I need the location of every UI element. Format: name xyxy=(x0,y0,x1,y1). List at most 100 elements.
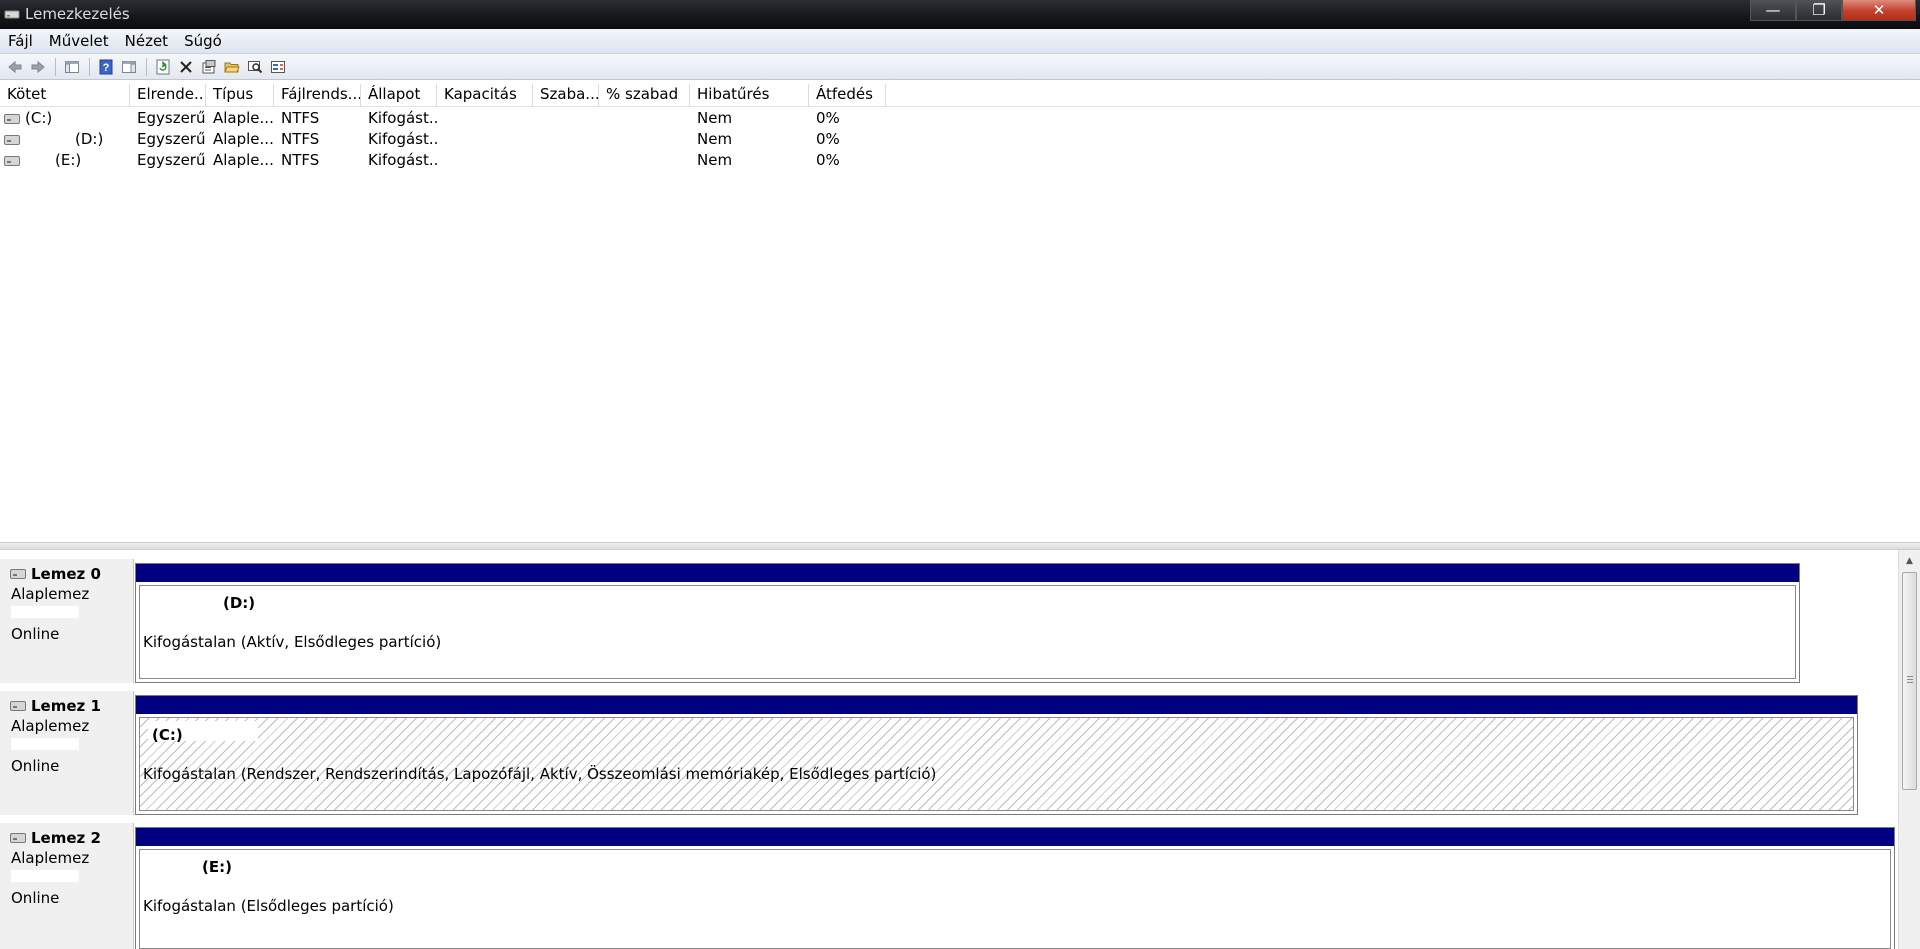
partition-label: (D:) xyxy=(223,594,256,612)
scroll-up-arrow[interactable]: ▲ xyxy=(1899,552,1920,569)
column-header-volume[interactable]: Kötet xyxy=(0,84,130,106)
volume-free-space xyxy=(533,129,599,150)
disk-type: Alaplemez xyxy=(11,849,90,867)
volume-type: Alaple... xyxy=(213,130,274,148)
minimize-button[interactable]: — xyxy=(1750,0,1796,21)
disk-status: Online xyxy=(11,757,60,775)
disk-type: Alaplemez xyxy=(11,717,90,735)
disk-status: Online xyxy=(11,625,60,643)
volume-free-space xyxy=(533,108,599,129)
settings-icon[interactable] xyxy=(267,56,289,78)
scroll-thumb[interactable] xyxy=(1902,572,1917,790)
disk-info-1[interactable]: Lemez 1 Alaplemez Online xyxy=(0,691,134,815)
volume-status: Kifogást... xyxy=(368,109,437,127)
column-header-filesystem[interactable]: Fájlrends... xyxy=(274,84,361,106)
volume-filesystem: NTFS xyxy=(281,130,320,148)
volume-fault-tolerance: Nem xyxy=(697,151,733,169)
disk-pane-scrollbar[interactable]: ▲ xyxy=(1898,550,1920,949)
volume-name: (D:) xyxy=(75,130,104,148)
volume-fault-tolerance: Nem xyxy=(697,130,733,148)
redacted-capacity xyxy=(11,870,79,882)
column-header-status[interactable]: Állapot xyxy=(361,84,437,106)
disk-pane: Lemez 0 Alaplemez Online (D:) Kifogástal… xyxy=(0,550,1898,949)
volume-type: Alaple... xyxy=(213,109,274,127)
console-tree-icon[interactable] xyxy=(61,56,83,78)
delete-icon[interactable] xyxy=(175,56,197,78)
volume-name: (C:) xyxy=(25,109,53,127)
partition-status: Kifogástalan (Rendszer, Rendszerindítás,… xyxy=(143,765,937,783)
properties-icon[interactable] xyxy=(198,56,220,78)
volume-fault-tolerance: Nem xyxy=(697,109,733,127)
volume-free-space xyxy=(533,150,599,171)
menu-help[interactable]: Súgó xyxy=(176,30,230,52)
drive-icon xyxy=(4,155,20,166)
window-controls: — ❐ ✕ xyxy=(1750,0,1916,22)
window-title: Lemezkezelés xyxy=(25,5,130,23)
disk-info-0[interactable]: Lemez 0 Alaplemez Online xyxy=(0,559,134,683)
volume-overhead: 0% xyxy=(816,151,840,169)
volume-capacity xyxy=(437,129,533,150)
volume-layout: Egyszerű xyxy=(137,109,206,127)
properties-pane-icon[interactable] xyxy=(118,56,140,78)
volume-percent-free xyxy=(599,108,690,129)
disk-management-app-icon xyxy=(4,10,20,19)
column-header-fault-tolerance[interactable]: Hibatűrés xyxy=(690,84,809,106)
column-header-type[interactable]: Típus xyxy=(206,84,274,106)
drive-icon xyxy=(4,113,20,124)
volume-status: Kifogást... xyxy=(368,130,437,148)
disk-name: Lemez 2 xyxy=(31,829,101,847)
volume-filesystem: NTFS xyxy=(281,109,320,127)
toolbar-separator xyxy=(89,57,90,76)
column-header-percent-free[interactable]: % szabad xyxy=(599,84,690,106)
disk-info-2[interactable]: Lemez 2 Alaplemez Online xyxy=(0,823,134,949)
partition-e[interactable]: (E:) Kifogástalan (Elsődleges partíció) xyxy=(135,827,1895,949)
explore-icon[interactable] xyxy=(244,56,266,78)
volume-row[interactable]: (D:) Egyszerű Alaple... NTFS Kifogást...… xyxy=(0,129,1920,150)
forward-icon[interactable] xyxy=(27,56,49,78)
volume-status: Kifogást... xyxy=(368,151,437,169)
open-icon[interactable] xyxy=(221,56,243,78)
menu-file[interactable]: Fájl xyxy=(0,30,41,52)
toolbar-separator xyxy=(146,57,147,76)
volume-percent-free xyxy=(599,150,690,171)
drive-icon xyxy=(4,134,20,145)
disk-name: Lemez 1 xyxy=(31,697,101,715)
help-icon[interactable]: ? xyxy=(95,56,117,78)
column-header-layout[interactable]: Elrende... xyxy=(130,84,206,106)
partition-header-bar xyxy=(136,828,1894,846)
volume-list: Kötet Elrende... Típus Fájlrends... Álla… xyxy=(0,84,1920,542)
refresh-icon[interactable] xyxy=(152,56,174,78)
back-icon[interactable] xyxy=(4,56,26,78)
volume-filesystem: NTFS xyxy=(281,151,320,169)
disk-name: Lemez 0 xyxy=(31,565,101,583)
svg-text:?: ? xyxy=(103,62,110,74)
volume-row[interactable]: (E:) Egyszerű Alaple... NTFS Kifogást...… xyxy=(0,150,1920,171)
partition-d[interactable]: (D:) Kifogástalan (Aktív, Elsődleges par… xyxy=(135,563,1800,683)
disk-status: Online xyxy=(11,889,60,907)
menu-view[interactable]: Nézet xyxy=(117,30,176,52)
toolbar-separator xyxy=(55,57,56,76)
column-header-capacity[interactable]: Kapacitás xyxy=(437,84,533,106)
volume-capacity xyxy=(437,150,533,171)
disk-icon xyxy=(10,833,26,843)
volume-overhead: 0% xyxy=(816,109,840,127)
column-header-free-space[interactable]: Szaba... xyxy=(533,84,599,106)
menu-bar: Fájl Művelet Nézet Súgó xyxy=(0,29,1920,54)
volume-name: (E:) xyxy=(55,151,82,169)
partition-c[interactable]: (C:) Kifogástalan (Rendszer, Rendszerind… xyxy=(135,695,1858,815)
partition-label: (C:) xyxy=(152,726,183,744)
title-bar: Lemezkezelés — ❐ ✕ xyxy=(0,0,1920,29)
volume-capacity xyxy=(437,108,533,129)
volume-row[interactable]: (C:) Egyszerű Alaple... NTFS Kifogást...… xyxy=(0,108,1920,129)
maximize-button[interactable]: ❐ xyxy=(1796,0,1842,21)
menu-action[interactable]: Művelet xyxy=(41,30,117,52)
partition-header-bar xyxy=(136,564,1799,582)
pane-splitter[interactable] xyxy=(0,542,1920,550)
close-button[interactable]: ✕ xyxy=(1842,0,1916,21)
partition-label: (E:) xyxy=(202,858,232,876)
volume-overhead: 0% xyxy=(816,130,840,148)
disk-icon xyxy=(10,569,26,579)
toolbar: ? xyxy=(0,54,1920,80)
volume-type: Alaple... xyxy=(213,151,274,169)
column-header-overhead[interactable]: Átfedés xyxy=(809,84,886,106)
